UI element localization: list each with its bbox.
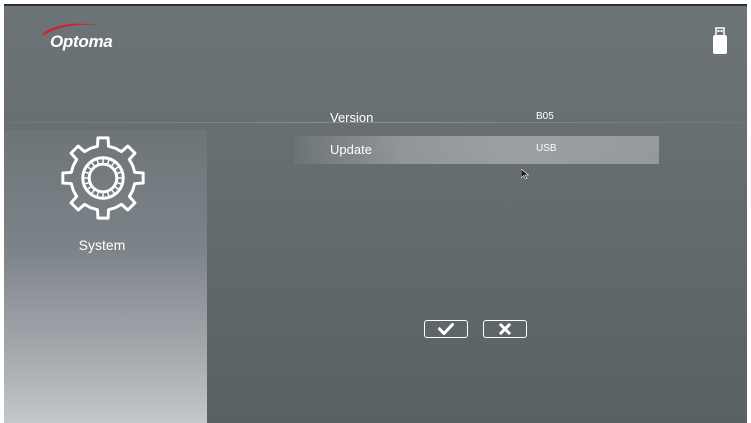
menu-item-update[interactable]: Update USB [294,136,659,164]
gear-spoke [86,165,93,171]
usb-drive-icon [713,27,727,54]
menu-item-label: Version [330,110,374,125]
mouse-cursor-icon [521,169,529,179]
optoma-logo: Optoma [40,22,130,56]
menu-item-value: USB [536,143,557,154]
gear-spoke [113,165,120,171]
top-border [4,4,747,6]
category-label: System [78,237,126,253]
gear-spoke [90,161,96,168]
close-icon [499,323,511,335]
checkmark-icon [438,323,454,335]
menu-item-version[interactable]: Version B05 [294,104,659,132]
confirm-button[interactable] [424,320,468,338]
gear-spoke [86,185,93,191]
gear-spoke [110,161,116,168]
projector-menu-screen: Optoma System Version B05 Update USB [4,4,747,423]
gear-icon [61,136,145,220]
cancel-button[interactable] [483,320,527,338]
gear-spoke [110,188,116,195]
menu-item-label: Update [330,142,372,157]
menu-item-value: B05 [536,111,554,122]
gear-spoke [113,185,120,191]
gear-spoke [90,188,96,195]
brand-name: Optoma [50,32,113,51]
